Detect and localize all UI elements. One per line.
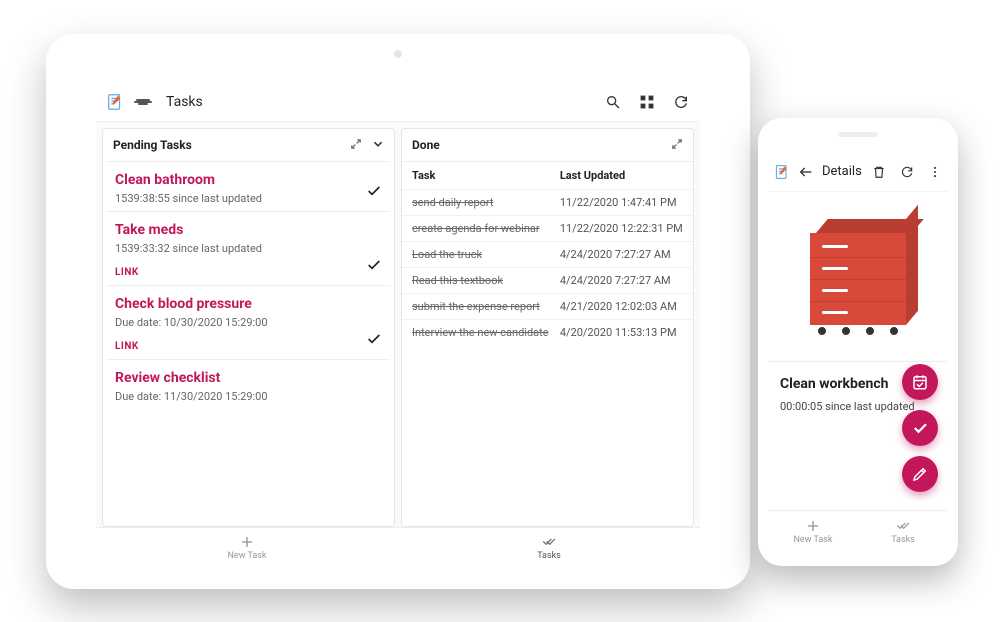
app-logo-icon (774, 163, 790, 181)
done-task: Load the truck (412, 248, 560, 261)
task-card[interactable]: Clean bathroom 1539:38:55 since last upd… (107, 161, 390, 211)
expand-icon[interactable] (671, 138, 683, 153)
done-task: submit the expense report (412, 300, 560, 313)
task-card[interactable]: Check blood pressure Due date: 10/30/202… (107, 285, 390, 359)
task-card[interactable]: Review checklist Due date: 11/30/2020 15… (107, 359, 390, 409)
task-link[interactable]: LINK (115, 267, 139, 278)
nav-new-task[interactable]: New Task (96, 528, 398, 567)
done-updated: 4/20/2020 11:53:13 PM (560, 326, 683, 339)
pending-header: Pending Tasks (103, 129, 394, 161)
board-columns: Pending Tasks Clean bathroom 1539:38:55 … (96, 122, 700, 527)
pending-header-title: Pending Tasks (113, 138, 192, 152)
nav-tasks[interactable]: Tasks (858, 511, 948, 552)
page-title: Tasks (166, 94, 604, 110)
back-arrow-icon[interactable] (798, 163, 814, 181)
col-task-header: Task (412, 169, 560, 182)
done-row[interactable]: Read this textbook4/24/2020 7:27:27 AM (402, 267, 693, 293)
task-subtitle: Due date: 11/30/2020 15:29:00 (115, 390, 382, 403)
done-task: Read this textbook (412, 274, 560, 287)
tablet-device: Tasks Pending Tasks (46, 34, 750, 589)
done-task: send daily report (412, 196, 560, 209)
task-title: Check blood pressure (115, 296, 382, 312)
task-subtitle: 1539:33:32 since last updated (115, 242, 382, 255)
phone-bottom-nav: New Task Tasks (768, 510, 948, 552)
done-updated: 4/24/2020 7:27:27 AM (560, 274, 683, 287)
phone-screen: Details (768, 152, 948, 552)
done-updated: 11/22/2020 1:47:41 PM (560, 196, 683, 209)
done-task: Interview the new candidate (412, 326, 560, 339)
done-updated: 11/22/2020 12:22:31 PM (560, 222, 683, 235)
more-vert-icon[interactable] (926, 163, 944, 181)
pending-body: Clean bathroom 1539:38:55 since last upd… (103, 161, 394, 526)
done-row[interactable]: Interview the new candidate4/20/2020 11:… (402, 319, 693, 345)
task-title: Clean bathroom (115, 172, 382, 188)
done-header: Done (402, 129, 693, 161)
camera-dot (394, 50, 402, 58)
double-check-icon (542, 535, 556, 549)
tablet-screen: Tasks Pending Tasks (96, 82, 700, 567)
fab-stack (902, 364, 938, 492)
drawer-illustration (810, 219, 906, 335)
chevron-down-icon[interactable] (372, 138, 384, 153)
tablet-bottom-nav: New Task Tasks (96, 527, 700, 567)
plus-icon (240, 535, 254, 549)
detail-image (768, 192, 948, 362)
double-check-icon (896, 519, 910, 533)
done-row[interactable]: Load the truck4/24/2020 7:27:27 AM (402, 241, 693, 267)
nav-tasks[interactable]: Tasks (398, 528, 700, 567)
done-table-header: Task Last Updated (402, 161, 693, 189)
tablet-toolbar: Tasks (96, 82, 700, 122)
done-row[interactable]: send daily report11/22/2020 1:47:41 PM (402, 189, 693, 215)
phone-device: Details (758, 118, 958, 566)
task-title: Review checklist (115, 370, 382, 386)
complete-check-icon[interactable] (366, 183, 382, 203)
refresh-icon[interactable] (898, 163, 916, 181)
task-card[interactable]: Take meds 1539:33:32 since last updated … (107, 211, 390, 285)
done-body: send daily report11/22/2020 1:47:41 PM c… (402, 189, 693, 526)
done-updated: 4/24/2020 7:27:27 AM (560, 248, 683, 261)
trash-icon[interactable] (870, 163, 888, 181)
menu-icon[interactable] (134, 93, 152, 111)
done-row[interactable]: create agenda for webinar11/22/2020 12:2… (402, 215, 693, 241)
done-task: create agenda for webinar (412, 222, 560, 235)
nav-label: Tasks (891, 535, 915, 545)
expand-icon[interactable] (350, 138, 362, 153)
done-updated: 4/21/2020 12:02:03 AM (560, 300, 683, 313)
done-header-title: Done (412, 138, 440, 152)
nav-label: Tasks (537, 551, 561, 561)
plus-icon (806, 519, 820, 533)
task-link[interactable]: LINK (115, 341, 139, 352)
complete-check-icon[interactable] (366, 331, 382, 351)
phone-title: Details (822, 164, 862, 179)
fab-complete[interactable] (902, 410, 938, 446)
done-row[interactable]: submit the expense report4/21/2020 12:02… (402, 293, 693, 319)
phone-toolbar: Details (768, 152, 948, 192)
refresh-icon[interactable] (672, 93, 690, 111)
task-subtitle: 1539:38:55 since last updated (115, 192, 382, 205)
app-logo-icon (106, 93, 124, 111)
pending-column: Pending Tasks Clean bathroom 1539:38:55 … (102, 128, 395, 527)
task-subtitle: Due date: 10/30/2020 15:29:00 (115, 316, 382, 329)
nav-label: New Task (228, 551, 267, 561)
nav-label: New Task (794, 535, 833, 545)
fab-edit[interactable] (902, 456, 938, 492)
phone-speaker (838, 132, 878, 137)
fab-calendar[interactable] (902, 364, 938, 400)
col-updated-header: Last Updated (560, 169, 683, 182)
toolbar-actions (604, 93, 690, 111)
grid-view-icon[interactable] (638, 93, 656, 111)
task-title: Take meds (115, 222, 382, 238)
done-column: Done Task Last Updated send daily report… (401, 128, 694, 527)
complete-check-icon[interactable] (366, 257, 382, 277)
nav-new-task[interactable]: New Task (768, 511, 858, 552)
search-icon[interactable] (604, 93, 622, 111)
